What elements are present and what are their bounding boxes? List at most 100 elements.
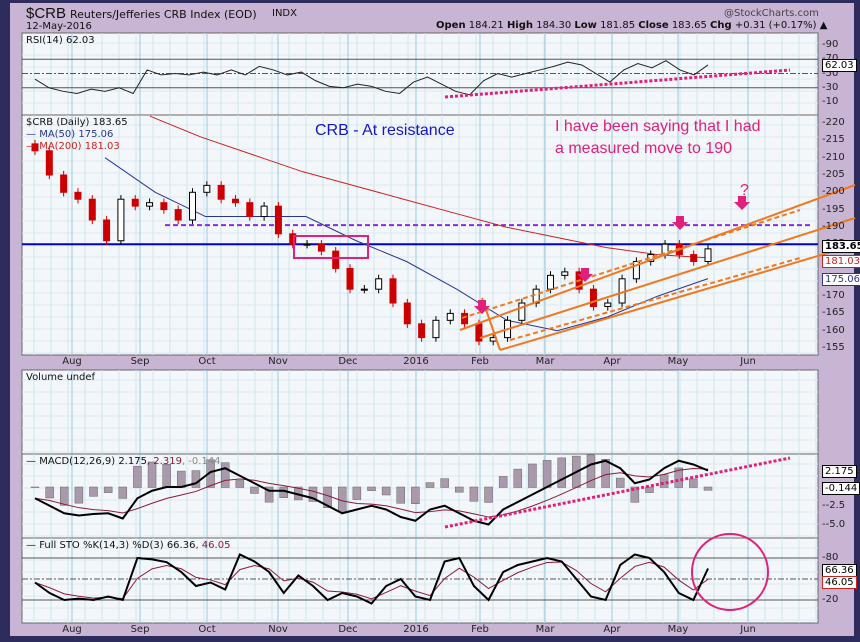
exchange: INDX — [272, 8, 297, 19]
ma200-legend: — MA(200) 181.03 — [26, 141, 120, 152]
price-tick: -160 — [822, 324, 845, 336]
sto-legend-d: , 46.05 — [195, 540, 231, 551]
candle — [274, 205, 282, 235]
month-label-top: Mar — [535, 356, 555, 367]
macd-histogram-bar — [586, 454, 596, 488]
macd-hist-tag: -0.144 — [822, 482, 860, 496]
month-label-top: 2016 — [403, 356, 429, 367]
index-name: Reuters/Jefferies CRB Index (EOD) — [70, 8, 257, 21]
price-tick: -165 — [822, 307, 845, 319]
macd-histogram-bar — [469, 486, 479, 502]
candle — [604, 302, 612, 307]
candle — [375, 278, 383, 290]
ma200-legend-text: MA(200) 181.03 — [39, 141, 120, 152]
annotation-question: ? — [740, 182, 749, 199]
price-tick: -205 — [822, 169, 845, 180]
date: 12-May-2016 — [26, 21, 92, 32]
macd-histogram-bar — [74, 486, 84, 504]
open-value: 184.21 — [468, 20, 504, 31]
month-label-bottom: Oct — [198, 624, 216, 635]
macd-current-tag: 2.175 — [822, 464, 857, 478]
sto-tick: -80 — [822, 552, 839, 563]
candle — [231, 198, 239, 204]
macd-histogram-bar — [615, 477, 625, 488]
candle — [131, 198, 139, 207]
price-tick: -195 — [822, 203, 845, 215]
low-label: Low — [574, 20, 597, 31]
month-label-top: Apr — [603, 356, 621, 367]
panel-2 — [21, 369, 819, 455]
macd-histogram-bar — [118, 486, 128, 499]
month-label-bottom: Aug — [62, 624, 82, 635]
macd-histogram-bar — [103, 486, 113, 493]
macd-histogram-bar — [557, 457, 566, 488]
macd-histogram-bar — [250, 486, 259, 494]
rsi-current-tag: 62.03 — [822, 58, 857, 72]
price-tick: -215 — [822, 134, 845, 146]
annotation-note-2: a measured move to 190 — [555, 140, 732, 157]
month-label-bottom: 2016 — [403, 624, 429, 635]
candle — [403, 302, 411, 325]
candle — [446, 312, 454, 321]
month-label-top: Aug — [62, 356, 82, 367]
macd-histogram-bar — [381, 486, 391, 496]
candle — [60, 174, 68, 193]
candle — [88, 198, 96, 221]
rsi-tick: -30 — [822, 81, 839, 93]
candle — [561, 271, 569, 276]
candle — [189, 191, 197, 221]
macd-histogram-bar — [162, 464, 171, 488]
month-label-top: Nov — [268, 356, 288, 367]
symbol: $CRB — [26, 5, 67, 22]
low-value: 181.85 — [600, 20, 636, 31]
macd-histogram-bar — [498, 476, 508, 488]
macd-histogram-bar — [235, 480, 245, 488]
macd-histogram-bar — [177, 470, 186, 488]
macd-histogram-bar — [352, 486, 362, 500]
month-label-top: Sep — [130, 356, 150, 367]
price-current-tag: 183.65 — [822, 239, 860, 253]
macd-histogram-bar — [411, 486, 420, 505]
candle — [260, 205, 268, 218]
rsi-tick: -90 — [822, 39, 839, 50]
price-tick: -190 — [822, 220, 845, 232]
macd-legend: — MACD(12,26,9) 2.175, 2.319, -0.144 — [26, 456, 221, 467]
candle — [117, 198, 125, 242]
ma50-current-tag: 175.06 — [822, 272, 860, 286]
macd-histogram-bar — [513, 468, 523, 488]
macd-histogram-bar — [89, 486, 98, 497]
month-label-top: May — [667, 356, 689, 367]
macd-histogram-bar — [425, 482, 435, 488]
macd-histogram-bar — [703, 486, 713, 491]
candle — [360, 288, 368, 291]
candle — [704, 248, 712, 263]
price-legend: $CRB (Daily) 183.65 — [26, 117, 128, 128]
month-label-top: Feb — [471, 356, 489, 367]
candle — [690, 254, 698, 263]
month-label-bottom: Mar — [535, 624, 555, 635]
ma200-current-tag: 181.03 — [822, 254, 860, 268]
candle — [389, 278, 397, 304]
candle — [418, 323, 426, 339]
candle — [45, 150, 53, 176]
high-value: 184.30 — [536, 20, 572, 31]
ma50-legend: — MA(50) 175.06 — [26, 129, 114, 140]
candle — [332, 250, 340, 269]
watermark: @StockCharts.com — [724, 8, 819, 19]
candle — [546, 274, 554, 290]
price-tick: -155 — [822, 342, 845, 353]
macd-histogram-bar — [60, 486, 69, 506]
chg-value: +0.31 (+0.17%) — [734, 20, 817, 31]
annotation-note-1: I have been saying that I had — [555, 118, 761, 135]
month-label-bottom: May — [667, 624, 689, 635]
open-label: Open — [436, 20, 466, 31]
month-label-bottom: Dec — [338, 624, 358, 635]
macd-tick: --5.0 — [822, 518, 846, 530]
close-value: 183.65 — [671, 20, 707, 31]
month-label-bottom: Nov — [268, 624, 288, 635]
ma50-legend-text: MA(50) 175.06 — [39, 129, 114, 140]
price-tick: -220 — [822, 117, 845, 129]
macd-histogram-bar — [455, 486, 464, 493]
price-tick: -170 — [822, 290, 845, 302]
month-label-top: Dec — [338, 356, 358, 367]
